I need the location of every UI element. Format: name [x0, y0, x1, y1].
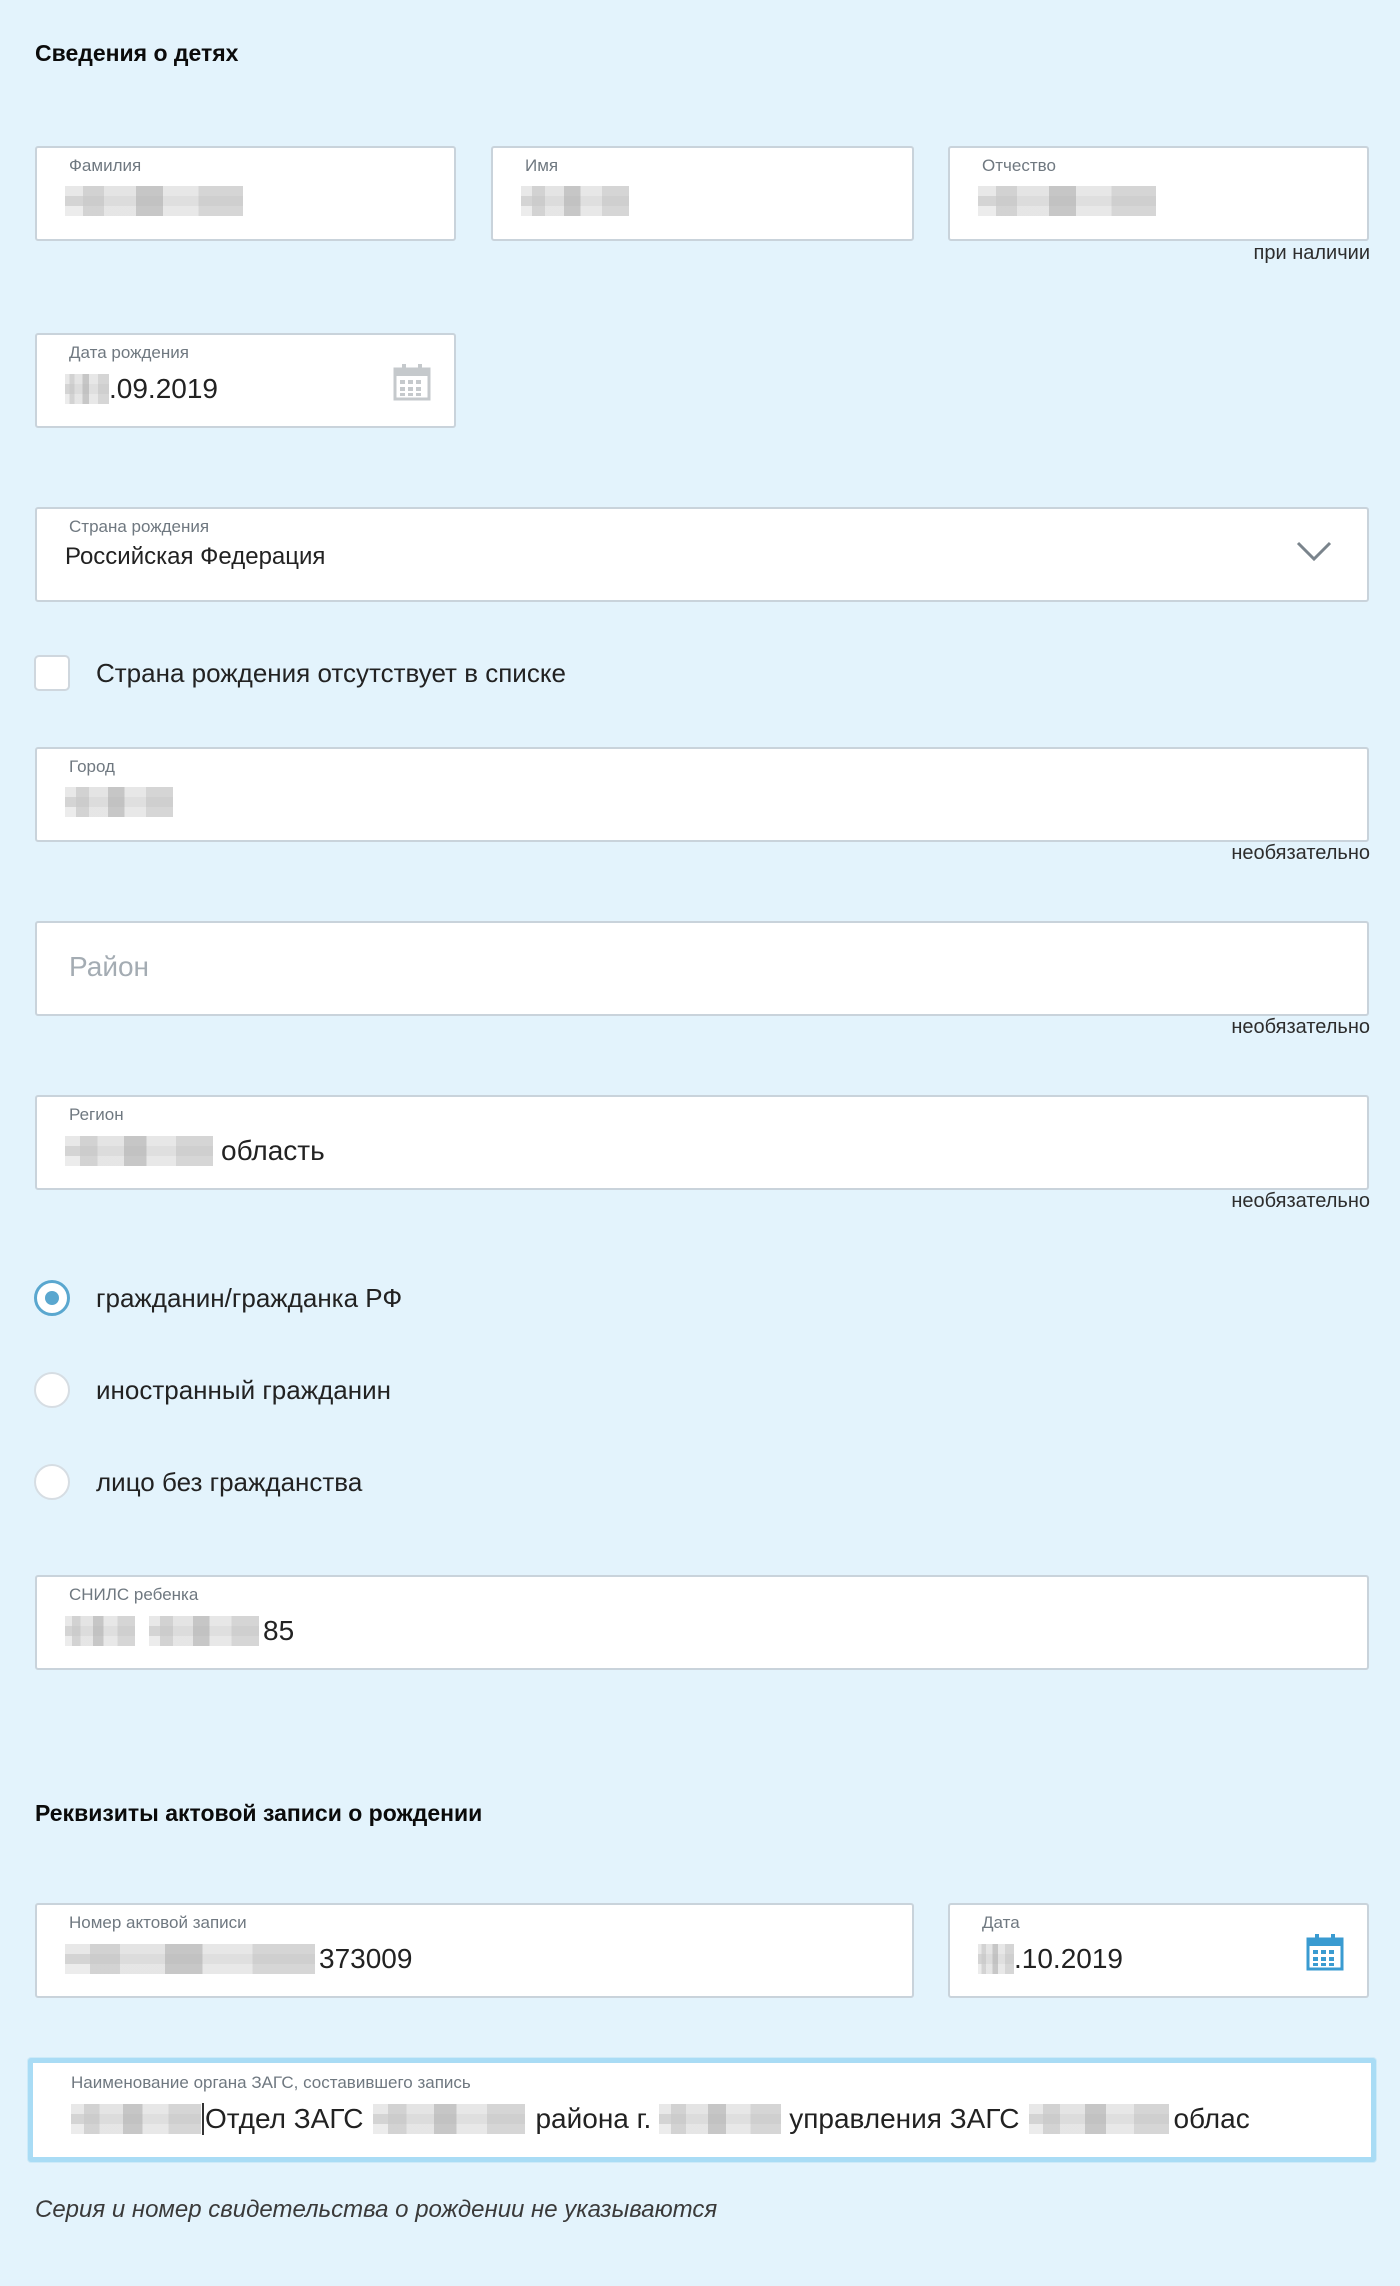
region-value: область — [65, 1135, 325, 1167]
redacted-patronymic — [978, 186, 1156, 216]
redacted-office-3 — [659, 2104, 782, 2134]
birth-country-value: Российская Федерация — [65, 543, 326, 570]
redacted-snils-1 — [65, 1616, 135, 1646]
redacted-record-number — [65, 1944, 315, 1974]
registry-office-text-2: района г. — [535, 2103, 652, 2134]
birth-date-text: .09.2019 — [109, 373, 218, 404]
city-hint: необязательно — [1231, 842, 1370, 864]
redacted-office-1 — [71, 2104, 201, 2134]
registry-office-text-4: облас — [1173, 2103, 1250, 2134]
record-date-field[interactable]: Дата .10.2019 — [948, 1903, 1369, 1998]
country-missing-checkbox-row[interactable]: Страна рождения отсутствует в списке — [34, 655, 566, 691]
registry-office-label: Наименование органа ЗАГС, составившего з… — [71, 2073, 471, 2092]
calendar-icon[interactable] — [1306, 1933, 1344, 1971]
region-label: Регион — [69, 1105, 124, 1124]
citizenship-option-rf[interactable]: гражданин/гражданка РФ — [34, 1280, 402, 1316]
birth-date-field[interactable]: Дата рождения .09.2019 — [35, 333, 456, 428]
redacted-day — [65, 374, 109, 404]
section-title-children: Сведения о детях — [35, 40, 239, 66]
section-title-record: Реквизиты актовой записи о рождении — [35, 1800, 483, 1826]
chevron-down-icon — [1296, 541, 1332, 562]
name-value — [521, 186, 629, 216]
citizenship-option-label: гражданин/гражданка РФ — [96, 1282, 403, 1313]
record-date-label: Дата — [982, 1913, 1020, 1932]
birth-country-label: Страна рождения — [69, 517, 210, 536]
patronymic-label: Отчество — [982, 156, 1056, 175]
city-label: Город — [69, 757, 115, 776]
snils-text: 85 — [263, 1615, 295, 1646]
region-field[interactable]: Регион область — [35, 1095, 1369, 1190]
redacted-office-4 — [1029, 2104, 1170, 2134]
region-text: область — [221, 1135, 325, 1166]
birth-date-label: Дата рождения — [69, 343, 189, 362]
birth-country-select[interactable]: Страна рождения Российская Федерация — [35, 507, 1369, 602]
surname-label: Фамилия — [69, 156, 142, 175]
registry-office-value: Отдел ЗАГС района г. управления ЗАГС обл… — [71, 2103, 1250, 2135]
district-hint: необязательно — [1231, 1016, 1370, 1038]
country-missing-label: Страна рождения отсутствует в списке — [96, 657, 566, 688]
surname-value — [65, 186, 243, 216]
patronymic-hint: при наличии — [1253, 242, 1370, 264]
record-number-label: Номер актовой записи — [69, 1913, 247, 1932]
snils-field[interactable]: СНИЛС ребенка 85 — [35, 1575, 1369, 1670]
patronymic-value — [978, 186, 1156, 216]
record-date-value: .10.2019 — [978, 1943, 1123, 1975]
redacted-name — [521, 186, 629, 216]
citizenship-option-label: иностранный гражданин — [96, 1374, 391, 1405]
country-missing-checkbox[interactable] — [34, 655, 70, 691]
registry-office-text-1: Отдел ЗАГС — [205, 2103, 364, 2134]
redacted-city — [65, 787, 173, 817]
name-label: Имя — [525, 156, 559, 175]
radio-unselected[interactable] — [34, 1372, 70, 1408]
patronymic-field[interactable]: Отчество — [948, 146, 1369, 241]
redacted-record-day — [978, 1944, 1014, 1974]
record-number-text: 373009 — [319, 1943, 413, 1974]
name-field[interactable]: Имя — [491, 146, 914, 241]
radio-unselected[interactable] — [34, 1464, 70, 1500]
record-number-field[interactable]: Номер актовой записи 373009 — [35, 1903, 914, 1998]
registry-office-text-3: управления ЗАГС — [789, 2103, 1020, 2134]
record-date-text: .10.2019 — [1014, 1943, 1123, 1974]
surname-field[interactable]: Фамилия — [35, 146, 456, 241]
region-hint: необязательно — [1231, 1190, 1370, 1212]
district-placeholder: Район — [69, 951, 149, 982]
redacted-snils-2 — [149, 1616, 259, 1646]
snils-label: СНИЛС ребенка — [69, 1585, 199, 1604]
citizenship-option-foreign[interactable]: иностранный гражданин — [34, 1372, 391, 1408]
record-number-value: 373009 — [65, 1943, 412, 1975]
birth-date-value: .09.2019 — [65, 373, 218, 405]
citizenship-option-label: лицо без гражданства — [96, 1466, 363, 1497]
redacted-region — [65, 1136, 213, 1166]
citizenship-option-stateless[interactable]: лицо без гражданства — [34, 1464, 362, 1500]
city-value — [65, 787, 173, 817]
snils-value: 85 — [65, 1615, 294, 1647]
redacted-surname — [65, 186, 243, 216]
registry-office-field[interactable]: Наименование органа ЗАГС, составившего з… — [28, 2058, 1376, 2162]
calendar-icon[interactable] — [393, 363, 431, 401]
text-caret — [202, 2103, 204, 2135]
city-field[interactable]: Город — [35, 747, 1369, 842]
district-field[interactable]: Район — [35, 921, 1369, 1016]
certificate-note: Серия и номер свидетельства о рождении н… — [35, 2196, 718, 2223]
radio-selected[interactable] — [34, 1280, 70, 1316]
redacted-office-2 — [373, 2104, 526, 2134]
